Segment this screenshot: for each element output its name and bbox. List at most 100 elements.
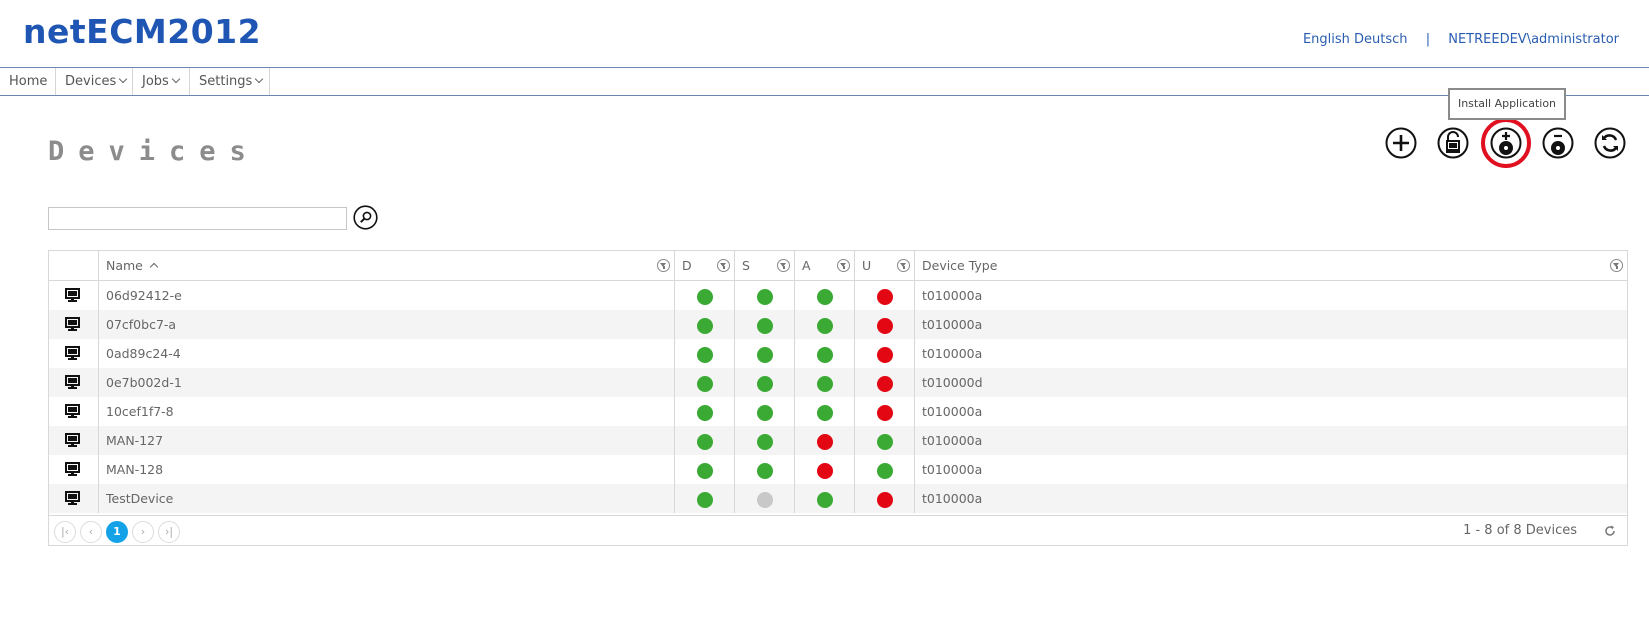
filter-icon[interactable] [1610, 259, 1623, 272]
chevron-down-icon [118, 74, 128, 84]
refresh-icon [1594, 127, 1626, 159]
nav-home-label: Home [9, 74, 48, 89]
computer-icon [65, 317, 80, 331]
status-s-cell [734, 455, 794, 484]
device-name[interactable]: 07cf0bc7-a [98, 310, 674, 339]
language-deutsch-link[interactable]: Deutsch [1354, 32, 1408, 47]
device-name[interactable]: TestDevice [98, 484, 674, 513]
computer-icon [65, 433, 80, 447]
table-row[interactable]: MAN-128 t010000a [49, 455, 1627, 484]
status-dot-green [877, 434, 893, 450]
status-dot-gray [757, 492, 773, 508]
search-input[interactable] [48, 207, 347, 230]
devices-table: Name D S A U Device Type 06d92412-e t0100… [48, 250, 1628, 546]
prev-page-button[interactable]: ‹ [80, 521, 102, 543]
device-type: t010000a [914, 310, 1627, 339]
header-a[interactable]: A [794, 251, 854, 280]
status-dot-green [697, 289, 713, 305]
nav-jobs[interactable]: Jobs [133, 68, 190, 95]
filter-icon[interactable] [777, 259, 790, 272]
device-name[interactable]: MAN-128 [98, 455, 674, 484]
device-name[interactable]: 0ad89c24-4 [98, 339, 674, 368]
header-d[interactable]: D [674, 251, 734, 280]
status-a-cell [794, 368, 854, 397]
next-page-button[interactable]: › [132, 521, 154, 543]
status-dot-green [697, 347, 713, 363]
nav-home[interactable]: Home [0, 68, 56, 95]
nav-settings-label: Settings [199, 74, 253, 89]
table-row[interactable]: 0e7b002d-1 t010000d [49, 368, 1627, 397]
status-u-cell [854, 426, 914, 455]
nav-settings[interactable]: Settings [190, 68, 270, 95]
status-a-cell [794, 397, 854, 426]
status-u-cell [854, 484, 914, 513]
status-dot-red [877, 318, 893, 334]
header-name[interactable]: Name [98, 251, 674, 280]
main-nav: Home Devices Jobs Settings [0, 67, 1649, 96]
device-name[interactable]: 0e7b002d-1 [98, 368, 674, 397]
filter-icon[interactable] [657, 259, 670, 272]
header-s[interactable]: S [734, 251, 794, 280]
status-dot-red [877, 405, 893, 421]
header-u[interactable]: U [854, 251, 914, 280]
row-icon-cell [48, 426, 98, 455]
add-device-button[interactable] [1385, 127, 1417, 159]
header-name-label: Name [106, 258, 143, 273]
status-a-cell [794, 281, 854, 310]
refresh-icon [1605, 525, 1615, 536]
table-row[interactable]: MAN-127 t010000a [49, 426, 1627, 455]
pager-refresh-button[interactable] [1603, 523, 1617, 537]
device-name[interactable]: MAN-127 [98, 426, 674, 455]
status-d-cell [674, 368, 734, 397]
user-link[interactable]: NETREEDEV\administrator [1448, 32, 1619, 47]
highlight-ring [1481, 118, 1531, 168]
status-dot-green [697, 463, 713, 479]
status-dot-red [817, 463, 833, 479]
filter-icon[interactable] [717, 259, 730, 272]
language-english-link[interactable]: English [1303, 32, 1350, 47]
status-s-cell [734, 397, 794, 426]
search-icon [353, 205, 378, 230]
status-dot-green [757, 376, 773, 392]
unlock-device-button[interactable] [1437, 127, 1469, 159]
first-page-button[interactable]: |‹ [54, 521, 76, 543]
header-u-label: U [862, 258, 872, 273]
table-row[interactable]: 0ad89c24-4 t010000a [49, 339, 1627, 368]
computer-icon [65, 404, 80, 418]
status-dot-green [697, 434, 713, 450]
status-u-cell [854, 397, 914, 426]
filter-icon[interactable] [897, 259, 910, 272]
status-u-cell [854, 339, 914, 368]
status-s-cell [734, 281, 794, 310]
table-row[interactable]: 10cef1f7-8 t010000a [49, 397, 1627, 426]
uninstall-application-button[interactable] [1542, 127, 1574, 159]
status-d-cell [674, 397, 734, 426]
status-dot-green [817, 492, 833, 508]
nav-devices[interactable]: Devices [56, 68, 133, 95]
nav-jobs-label: Jobs [142, 74, 169, 89]
status-dot-green [757, 463, 773, 479]
header-device-type[interactable]: Device Type [914, 251, 1627, 280]
pager: |‹ ‹ 1 › ›| 1 - 8 of 8 Devices [49, 515, 1627, 545]
device-type: t010000a [914, 339, 1627, 368]
status-a-cell [794, 426, 854, 455]
status-dot-green [757, 434, 773, 450]
search-button[interactable] [353, 205, 378, 230]
device-name[interactable]: 06d92412-e [98, 281, 674, 310]
status-dot-green [757, 318, 773, 334]
header-icon-col [48, 251, 98, 280]
table-row[interactable]: TestDevice t010000a [49, 484, 1627, 513]
device-name[interactable]: 10cef1f7-8 [98, 397, 674, 426]
header-device-type-label: Device Type [922, 258, 998, 273]
row-icon-cell [48, 281, 98, 310]
table-row[interactable]: 07cf0bc7-a t010000a [49, 310, 1627, 339]
filter-icon[interactable] [837, 259, 850, 272]
status-u-cell [854, 455, 914, 484]
table-row[interactable]: 06d92412-e t010000a [49, 281, 1627, 310]
last-page-button[interactable]: ›| [158, 521, 180, 543]
status-a-cell [794, 484, 854, 513]
page-1-button[interactable]: 1 [106, 521, 128, 543]
top-links: English Deutsch | NETREEDEV\administrato… [1303, 32, 1619, 47]
status-d-cell [674, 426, 734, 455]
refresh-button[interactable] [1594, 127, 1626, 159]
